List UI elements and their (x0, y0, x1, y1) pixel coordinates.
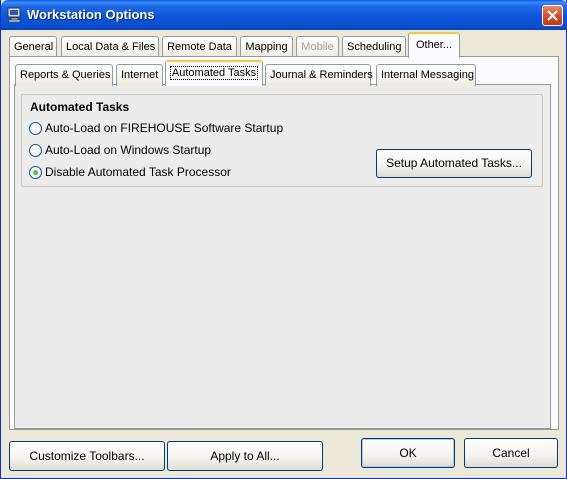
tab-remote-data-label: Remote Data (167, 41, 232, 53)
tab-journal-reminders[interactable]: Journal & Reminders (265, 64, 373, 86)
group-title: Automated Tasks (30, 100, 130, 114)
close-button[interactable] (542, 5, 563, 26)
radio-label: Disable Automated Task Processor (45, 165, 231, 179)
customize-toolbars-button[interactable]: Customize Toolbars... (9, 441, 165, 471)
tab-automated-tasks-label: Automated Tasks (169, 66, 259, 80)
tab-mapping-label: Mapping (245, 41, 288, 53)
tab-internal-messaging[interactable]: Internal Messaging (376, 64, 476, 86)
setup-automated-tasks-button[interactable]: Setup Automated Tasks... (376, 149, 532, 178)
tab-internal-messaging-label: Internal Messaging (381, 69, 474, 81)
tab-general[interactable]: General (9, 36, 57, 58)
tab-other[interactable]: Other... (408, 32, 460, 58)
workstation-options-window: Workstation Options General Local Data &… (0, 0, 567, 479)
window-title: Workstation Options (27, 7, 155, 22)
radio-disable-processor[interactable]: Disable Automated Task Processor (29, 164, 231, 180)
tab-journal-reminders-label: Journal & Reminders (270, 69, 373, 81)
radio-autoload-windows[interactable]: Auto-Load on Windows Startup (29, 142, 211, 158)
tab-remote-data[interactable]: Remote Data (162, 36, 237, 58)
tab-automated-tasks[interactable]: Automated Tasks (165, 60, 263, 86)
tab-reports-queries[interactable]: Reports & Queries (15, 64, 113, 86)
tab-other-label: Other... (415, 39, 453, 51)
tab-mapping[interactable]: Mapping (240, 36, 293, 58)
tab-mobile: Mobile (296, 36, 339, 58)
tab-local-data-files[interactable]: Local Data & Files (61, 36, 159, 58)
cancel-button[interactable]: Cancel (464, 438, 558, 468)
tab-scheduling[interactable]: Scheduling (342, 36, 406, 58)
ok-button[interactable]: OK (361, 438, 455, 468)
radio-autoload-firehouse[interactable]: Auto-Load on FIREHOUSE Software Startup (29, 120, 283, 136)
tab-mobile-label: Mobile (301, 41, 334, 53)
tab-general-label: General (14, 41, 54, 53)
tab-reports-queries-label: Reports & Queries (20, 69, 111, 81)
radio-button-checked[interactable] (29, 165, 42, 179)
tab-local-data-files-label: Local Data & Files (66, 41, 156, 53)
close-x-icon (547, 10, 558, 21)
tab-scheduling-label: Scheduling (347, 41, 402, 53)
tab-internet[interactable]: Internet (116, 64, 163, 86)
apply-to-all-button[interactable]: Apply to All... (167, 441, 323, 471)
title-bar[interactable]: Workstation Options (1, 0, 567, 30)
radio-label: Auto-Load on FIREHOUSE Software Startup (45, 121, 284, 135)
radio-button[interactable] (29, 121, 42, 135)
tab-internet-label: Internet (121, 69, 159, 81)
computer-monitor-icon (7, 7, 23, 23)
radio-button[interactable] (29, 143, 42, 157)
radio-label: Auto-Load on Windows Startup (45, 143, 212, 157)
